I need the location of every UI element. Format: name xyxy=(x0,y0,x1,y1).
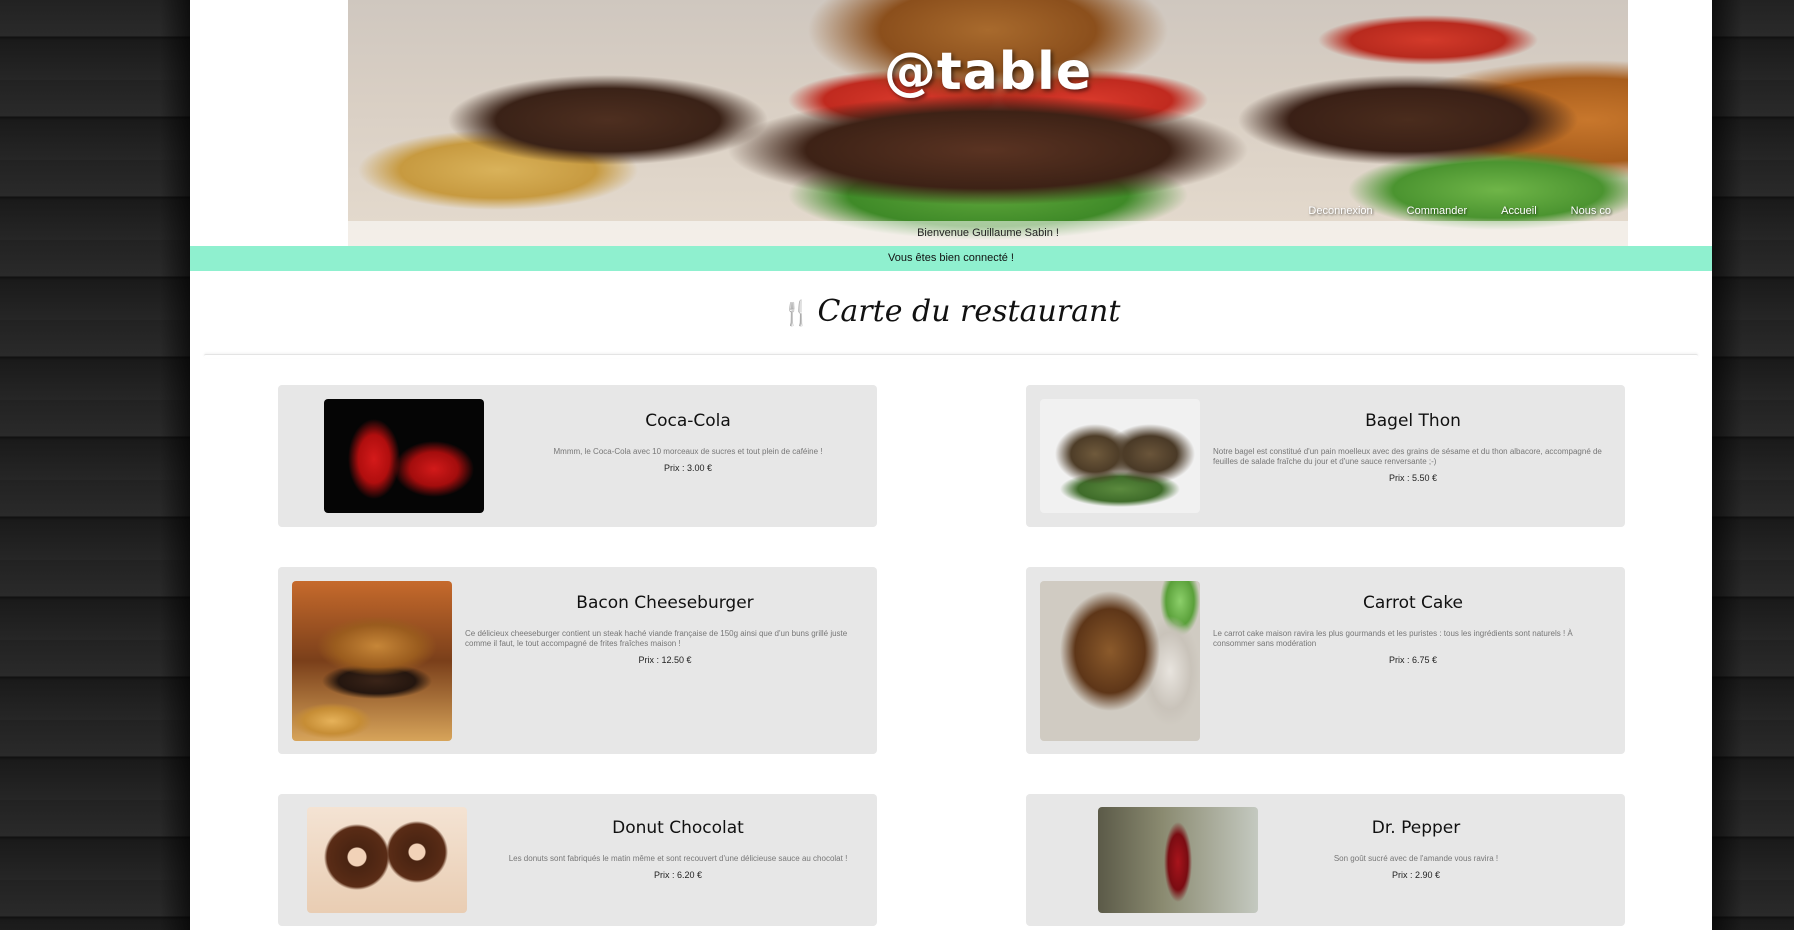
menu-item-description: Mmmm, le Coca-Cola avec 10 morceaux de s… xyxy=(553,447,823,456)
menu-item-description: Ce délicieux cheeseburger contient un st… xyxy=(465,629,848,648)
dr-pepper-can-image xyxy=(1098,807,1258,913)
nav-accueil[interactable]: Accueil xyxy=(1484,203,1553,223)
menu-item-price: Prix : 6.75 € xyxy=(1388,655,1438,665)
header-banner: @table Deconnexion Commander Accueil Nou… xyxy=(348,0,1628,246)
page-title-text: Carte du restaurant xyxy=(817,294,1121,329)
page-title: 🍴 Carte du restaurant xyxy=(190,294,1712,329)
menu-item-card[interactable]: Bacon Cheeseburger Ce délicieux cheesebu… xyxy=(278,567,877,754)
menu-item-price: Prix : 12.50 € xyxy=(638,655,692,665)
burger-image xyxy=(292,581,452,741)
welcome-message: Bienvenue Guillaume Sabin ! xyxy=(348,221,1628,246)
menu-item-card[interactable]: Carrot Cake Le carrot cake maison ravira… xyxy=(1026,567,1625,754)
menu-item-info: Dr. Pepper Son goût sucré avec de l'aman… xyxy=(1316,818,1516,880)
menu-item-name: Dr. Pepper xyxy=(1371,818,1461,838)
coca-cola-can-image xyxy=(324,399,484,513)
main-nav: Deconnexion Commander Accueil Nous co xyxy=(1291,203,1628,223)
menu-item-name: Bagel Thon xyxy=(1365,411,1461,431)
menu-item-description: Son goût sucré avec de l'amande vous rav… xyxy=(1333,854,1499,863)
fork-knife-icon: 🍴 xyxy=(781,299,812,327)
menu-item-card[interactable]: Dr. Pepper Son goût sucré avec de l'aman… xyxy=(1026,794,1625,926)
bagel-image xyxy=(1040,399,1200,513)
menu-item-card[interactable]: Bagel Thon Notre bagel est constitué d'u… xyxy=(1026,385,1625,527)
site-logo[interactable]: @table xyxy=(348,42,1628,102)
menu-item-price: Prix : 2.90 € xyxy=(1391,870,1441,880)
menu-item-info: Donut Chocolat Les donuts sont fabriqués… xyxy=(498,818,858,880)
menu-item-name: Bacon Cheeseburger xyxy=(576,593,754,613)
right-shadow xyxy=(1712,0,1742,930)
menu-item-name: Carrot Cake xyxy=(1362,593,1464,613)
menu-item-info: Coca-Cola Mmmm, le Coca-Cola avec 10 mor… xyxy=(538,411,838,473)
menu-item-price: Prix : 6.20 € xyxy=(653,870,703,880)
left-shadow xyxy=(160,0,190,930)
donut-image xyxy=(307,807,467,913)
divider xyxy=(204,354,1698,358)
menu-item-price: Prix : 5.50 € xyxy=(1388,473,1438,483)
menu-item-description: Notre bagel est constitué d'un pain moel… xyxy=(1213,447,1602,466)
menu-item-name: Donut Chocolat xyxy=(612,818,744,838)
menu-item-info: Bagel Thon Notre bagel est constitué d'u… xyxy=(1213,411,1613,483)
carrot-cake-image xyxy=(1040,581,1200,741)
menu-item-info: Carrot Cake Le carrot cake maison ravira… xyxy=(1213,593,1613,665)
menu-item-price: Prix : 3.00 € xyxy=(663,463,713,473)
page-container: @table Deconnexion Commander Accueil Nou… xyxy=(190,0,1712,930)
menu-item-info: Bacon Cheeseburger Ce délicieux cheesebu… xyxy=(465,593,865,665)
menu-item-card[interactable]: Donut Chocolat Les donuts sont fabriqués… xyxy=(278,794,877,926)
nav-nous-contacter[interactable]: Nous co xyxy=(1554,203,1628,223)
menu-item-description: Les donuts sont fabriqués le matin même … xyxy=(508,854,848,863)
menu-item-description: Le carrot cake maison ravira les plus go… xyxy=(1213,629,1573,648)
success-alert: Vous êtes bien connecté ! xyxy=(190,246,1712,271)
menu-item-card[interactable]: Coca-Cola Mmmm, le Coca-Cola avec 10 mor… xyxy=(278,385,877,527)
nav-commander[interactable]: Commander xyxy=(1390,203,1485,223)
nav-deconnexion[interactable]: Deconnexion xyxy=(1291,203,1389,223)
menu-item-name: Coca-Cola xyxy=(645,411,731,431)
